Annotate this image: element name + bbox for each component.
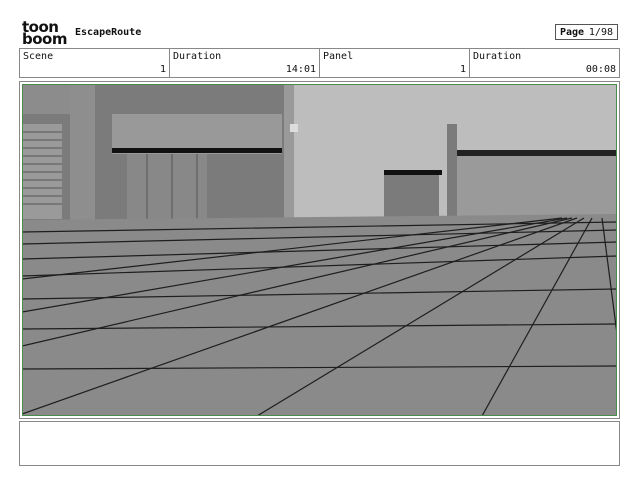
info-scene-duration-label: Duration: [173, 51, 222, 62]
project-title: EscapeRoute: [75, 27, 142, 38]
info-scene: Scene 1: [20, 49, 170, 77]
info-scene-duration: Duration 14:01: [170, 49, 320, 77]
storyboard-panel: [19, 81, 620, 419]
panel-notes-area[interactable]: [19, 421, 620, 466]
logo-line-2: boom: [22, 30, 67, 48]
info-scene-label: Scene: [23, 51, 54, 62]
info-panel-duration-value: 00:08: [585, 64, 616, 75]
page-indicator: Page 1/98: [555, 24, 618, 40]
info-scene-duration-value: 14:01: [285, 64, 316, 75]
info-panel-value: 1: [459, 64, 466, 75]
toon-boom-logo: toon boom: [22, 20, 68, 48]
info-panel-label: Panel: [323, 51, 354, 62]
info-scene-value: 1: [159, 64, 166, 75]
panel-frame: [22, 84, 617, 416]
page-value: 1/98: [588, 27, 613, 38]
page-label: Page: [560, 27, 585, 38]
info-panel-duration: Duration 00:08: [470, 49, 619, 77]
info-panel: Panel 1: [320, 49, 470, 77]
panel-info-bar: Scene 1 Duration 14:01 Panel 1 Duration …: [19, 48, 620, 78]
info-panel-duration-label: Duration: [473, 51, 522, 62]
